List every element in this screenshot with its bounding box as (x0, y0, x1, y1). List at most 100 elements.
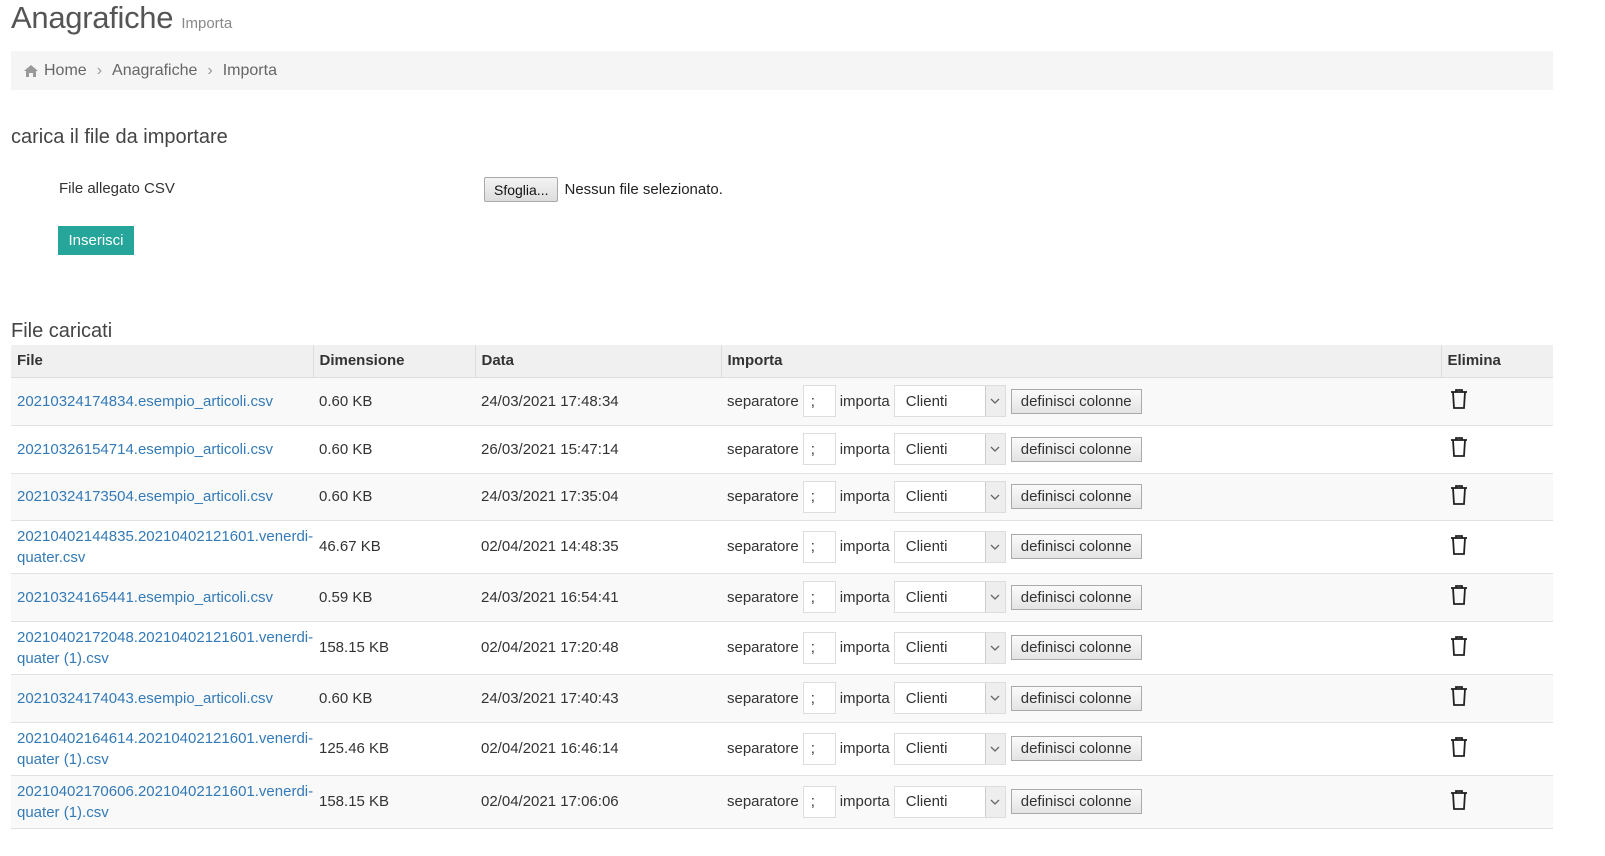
import-target-value: Clienti (905, 538, 948, 555)
size-cell: 158.15 KB (313, 775, 475, 829)
table-row: 20210324173504.esempio_articoli.csv 0.60… (11, 473, 1553, 521)
import-target-select[interactable]: Clienti (893, 480, 1006, 513)
trash-icon[interactable] (1449, 484, 1469, 510)
import-target-select[interactable]: Clienti (893, 732, 1006, 765)
import-target-value: Clienti (905, 639, 948, 656)
import-label: importa (839, 639, 890, 656)
file-cell: 20210402170606.20210402121601.venerdi-qu… (11, 775, 313, 829)
chevron-down-icon (984, 531, 1005, 562)
import-target-select[interactable]: Clienti (893, 682, 1006, 714)
table-row: 20210402144835.20210402121601.venerdi-qu… (11, 520, 1553, 574)
separator-input[interactable] (802, 732, 836, 765)
delete-cell (1441, 722, 1553, 776)
import-target-select[interactable]: Clienti (893, 631, 1006, 664)
file-link[interactable]: 20210324174834.esempio_articoli.csv (17, 393, 273, 410)
separator-input[interactable] (802, 631, 836, 664)
chevron-down-icon (984, 582, 1005, 612)
table-row: 20210324174834.esempio_articoli.csv 0.60… (11, 377, 1553, 426)
column-header-date: Data (474, 345, 721, 378)
file-link[interactable]: 20210324174043.esempio_articoli.csv (17, 690, 273, 707)
size-cell: 0.60 KB (313, 425, 475, 474)
separator-input[interactable] (802, 581, 836, 613)
file-cell: 20210324174834.esempio_articoli.csv (11, 377, 313, 426)
size-cell: 46.67 KB (313, 520, 475, 574)
separator-input[interactable] (802, 530, 836, 563)
file-link[interactable]: 20210402144835.20210402121601.venerdi-qu… (17, 528, 313, 566)
date-cell: 02/04/2021 17:06:06 (475, 775, 721, 829)
insert-button[interactable]: Inserisci (58, 226, 134, 255)
browse-button[interactable]: Sfoglia... (484, 177, 559, 202)
column-header-delete: Elimina (1440, 345, 1553, 378)
table-row: 20210402164614.20210402121601.venerdi-qu… (11, 722, 1553, 776)
date-cell: 02/04/2021 17:20:48 (475, 621, 721, 675)
breadcrumb-section[interactable]: Anagrafiche (112, 62, 197, 80)
delete-cell (1441, 674, 1553, 723)
define-columns-button[interactable]: definisci colonne (1010, 685, 1142, 711)
import-label: importa (839, 588, 890, 606)
separator-input[interactable] (802, 480, 836, 513)
table-row: 20210324174043.esempio_articoli.csv 0.60… (11, 674, 1553, 723)
date-cell: 24/03/2021 16:54:41 (475, 573, 721, 622)
import-target-select[interactable]: Clienti (893, 581, 1006, 613)
separator-input[interactable] (802, 682, 836, 714)
trash-icon[interactable] (1449, 635, 1469, 661)
chevron-down-icon (984, 632, 1005, 663)
size-cell: 0.59 KB (313, 573, 475, 622)
trash-icon[interactable] (1449, 584, 1469, 610)
delete-cell (1441, 621, 1553, 675)
trash-icon[interactable] (1449, 685, 1469, 711)
breadcrumb-current: Importa (222, 61, 277, 79)
delete-cell (1441, 520, 1553, 574)
import-controls: separatore importa Clienti definisci col… (727, 433, 1435, 465)
separator-input[interactable] (802, 785, 836, 818)
trash-icon[interactable] (1449, 736, 1469, 762)
define-columns-button[interactable]: definisci colonne (1010, 584, 1142, 610)
import-target-value: Clienti (905, 793, 948, 810)
trash-icon[interactable] (1449, 789, 1469, 815)
home-icon (23, 64, 39, 78)
define-columns-button[interactable]: definisci colonne (1010, 388, 1142, 414)
define-columns-button[interactable]: definisci colonne (1010, 736, 1142, 761)
file-link[interactable]: 20210402172048.20210402121601.venerdi-qu… (17, 629, 313, 667)
trash-icon[interactable] (1449, 534, 1469, 560)
separator-input[interactable] (802, 433, 836, 465)
trash-icon[interactable] (1449, 436, 1469, 462)
file-link[interactable]: 20210402164614.20210402121601.venerdi-qu… (17, 730, 313, 768)
import-target-select[interactable]: Clienti (893, 385, 1006, 417)
import-cell: separatore importa Clienti definisci col… (721, 425, 1441, 474)
separator-label: separatore (727, 488, 799, 505)
define-columns-button[interactable]: definisci colonne (1010, 534, 1142, 559)
import-cell: separatore importa Clienti definisci col… (721, 722, 1441, 776)
import-target-select[interactable]: Clienti (893, 785, 1006, 818)
breadcrumb-home[interactable]: Home (44, 62, 87, 80)
define-columns-button[interactable]: definisci colonne (1010, 635, 1142, 660)
import-target-select[interactable]: Clienti (893, 433, 1006, 465)
define-columns-button[interactable]: definisci colonne (1010, 436, 1142, 462)
separator-input[interactable] (802, 385, 836, 417)
import-target-value: Clienti (905, 588, 948, 606)
date-cell: 02/04/2021 16:46:14 (475, 722, 721, 776)
size-cell: 0.60 KB (313, 377, 475, 426)
page-subtitle: Importa (181, 15, 233, 32)
file-cell: 20210402144835.20210402121601.venerdi-qu… (11, 520, 313, 574)
table-row: 20210402172048.20210402121601.venerdi-qu… (11, 621, 1553, 675)
import-label: importa (839, 740, 890, 757)
file-link[interactable]: 20210324173504.esempio_articoli.csv (17, 488, 273, 505)
file-link[interactable]: 20210324165441.esempio_articoli.csv (17, 589, 273, 606)
date-cell: 02/04/2021 14:48:35 (475, 520, 721, 574)
separator-label: separatore (727, 538, 799, 555)
trash-icon[interactable] (1449, 388, 1469, 414)
chevron-down-icon (984, 481, 1005, 512)
file-link[interactable]: 20210326154714.esempio_articoli.csv (17, 441, 273, 458)
file-link[interactable]: 20210402170606.20210402121601.venerdi-qu… (17, 783, 313, 821)
file-cell: 20210324165441.esempio_articoli.csv (11, 573, 313, 622)
chevron-down-icon (984, 683, 1005, 713)
file-status-text: Nessun file selezionato. (564, 181, 723, 198)
import-label: importa (839, 440, 890, 458)
import-target-value: Clienti (905, 689, 948, 707)
chevron-down-icon (984, 434, 1005, 464)
csv-file-input: Sfoglia... Nessun file selezionato. (484, 177, 723, 202)
define-columns-button[interactable]: definisci colonne (1010, 484, 1142, 509)
import-target-select[interactable]: Clienti (893, 530, 1006, 563)
define-columns-button[interactable]: definisci colonne (1010, 789, 1142, 814)
